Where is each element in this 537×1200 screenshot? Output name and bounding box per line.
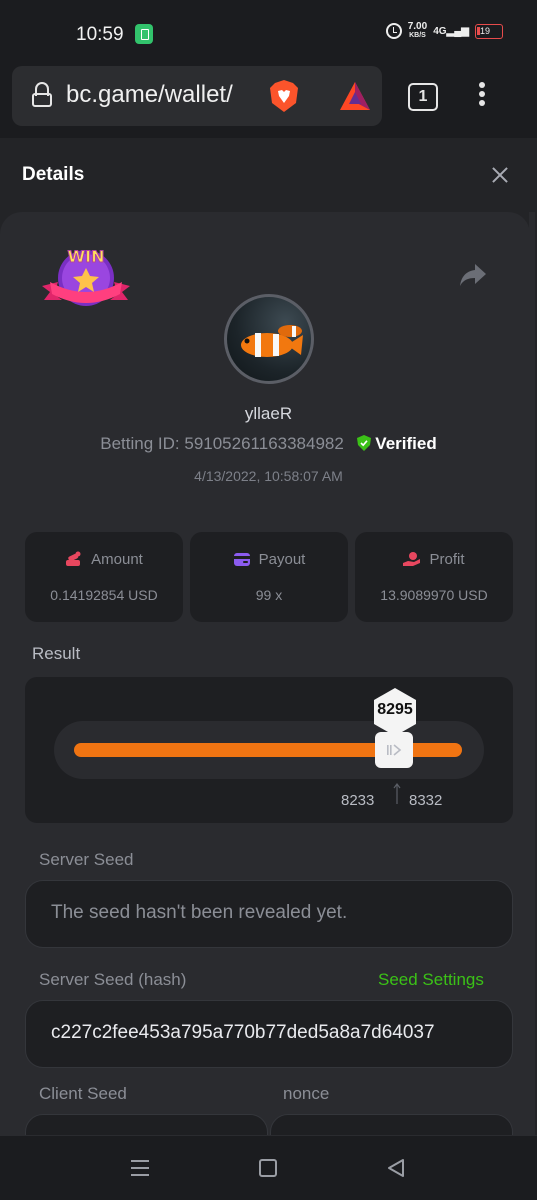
nonce-label: nonce — [283, 1084, 330, 1103]
stat-amount: Amount 0.14192854 USD — [25, 532, 183, 622]
stat-amount-label: Amount — [91, 551, 143, 568]
share-icon[interactable] — [458, 262, 488, 288]
stat-payout-value: 99 x — [255, 587, 283, 603]
details-panel: WIN yllaeR Betting ID: 5910526116338498​… — [0, 210, 537, 1135]
brave-shields-icon[interactable] — [268, 79, 300, 113]
home-icon[interactable] — [259, 1159, 277, 1177]
seed-settings-link[interactable]: Seed Settings — [378, 970, 484, 990]
battery-level: 19 — [480, 25, 491, 36]
clownfish-avatar-image — [241, 325, 303, 357]
brave-rewards-icon[interactable] — [338, 80, 372, 112]
status-bar: 10:59 7.00 KB/S 4G▂▄▆ 19 — [0, 0, 537, 66]
server-seed-field[interactable]: The seed hasn't been revealed yet. — [25, 880, 513, 948]
username: yllaeR — [244, 404, 293, 423]
win-badge-icon: WIN — [42, 247, 130, 306]
stat-payout-label: Payout — [258, 551, 306, 568]
url-text[interactable]: bc.game/wallet/ — [66, 81, 233, 109]
bet-date: 4/13/2022, 10:58:07 AM — [194, 468, 343, 484]
status-time: 10:59 — [76, 24, 124, 45]
tab-switcher-button[interactable]: 1 — [408, 83, 438, 111]
verified-label: Verified — [375, 434, 437, 453]
wallet-icon — [233, 553, 250, 566]
avatar — [224, 294, 314, 384]
back-icon[interactable] — [386, 1158, 406, 1178]
result-label: Result — [32, 644, 81, 663]
details-header: Details — [0, 138, 537, 210]
stat-payout: Payout 99 x — [190, 532, 348, 622]
app-notification-icon — [135, 24, 153, 44]
coins-icon — [66, 551, 81, 566]
page-title: Details — [22, 164, 85, 185]
battery-icon: 19 — [475, 23, 503, 39]
result-range-low: 8233 — [341, 792, 375, 809]
verified-shield-icon — [356, 435, 371, 451]
slider-handle-icon — [387, 744, 402, 756]
win-badge-text: WIN — [68, 247, 105, 266]
panel-scrollbar[interactable] — [529, 212, 535, 1135]
lock-icon[interactable] — [32, 82, 52, 108]
server-seed-hash-value: c227c2fee453a795a770b77ded5a8a7d64037 — [51, 1022, 435, 1043]
stat-profit-label: Profit — [429, 551, 465, 568]
server-seed-label: Server Seed — [39, 850, 134, 869]
stat-profit-value: 13.9089970 USD — [380, 587, 488, 603]
bet-details-card: WIN yllaeR Betting ID: 5910526116338498​… — [0, 212, 530, 1135]
signal-label: 4G — [433, 25, 447, 37]
nonce-field[interactable] — [270, 1114, 513, 1135]
result-slider-box: 8295 8233 8332 — [25, 677, 513, 823]
range-arrow-icon — [393, 783, 401, 804]
status-indicators: 7.00 KB/S 4G▂▄▆ 19 — [385, 22, 503, 40]
signal-icon: 4G▂▄▆ — [433, 25, 469, 37]
hand-coin-icon — [403, 552, 421, 566]
client-seed-field[interactable] — [25, 1114, 268, 1135]
result-slider-thumb[interactable] — [375, 732, 413, 768]
betting-id: Betting ID: 5910526116338498​2 — [100, 434, 344, 453]
more-options-icon[interactable] — [477, 82, 487, 110]
server-seed-hash-field[interactable]: c227c2fee453a795a770b77ded5a8a7d64037 — [25, 1000, 513, 1068]
server-seed-hash-label: Server Seed (hash) — [39, 970, 187, 989]
address-bar[interactable]: bc.game/wallet/ — [12, 66, 382, 126]
server-seed-placeholder: The seed hasn't been revealed yet. — [51, 902, 348, 923]
stat-profit: Profit 13.9089970 USD — [355, 532, 513, 622]
result-value: 8295 — [377, 701, 413, 718]
network-speed: 7.00 KB/S — [408, 22, 427, 40]
client-seed-label: Client Seed — [39, 1084, 127, 1103]
result-range-high: 8332 — [409, 792, 443, 809]
system-nav-bar — [0, 1135, 537, 1200]
stat-amount-value: 0.14192854 USD — [50, 587, 158, 603]
betting-id-row: Betting ID: 5910526116338498​2 Verified — [0, 434, 537, 454]
alarm-icon — [385, 23, 402, 39]
network-speed-unit: KB/S — [409, 32, 426, 39]
result-slider-track — [54, 721, 484, 779]
close-icon[interactable] — [488, 163, 512, 187]
recent-apps-icon[interactable] — [131, 1160, 149, 1176]
browser-toolbar: bc.game/wallet/ 1 — [0, 66, 537, 138]
